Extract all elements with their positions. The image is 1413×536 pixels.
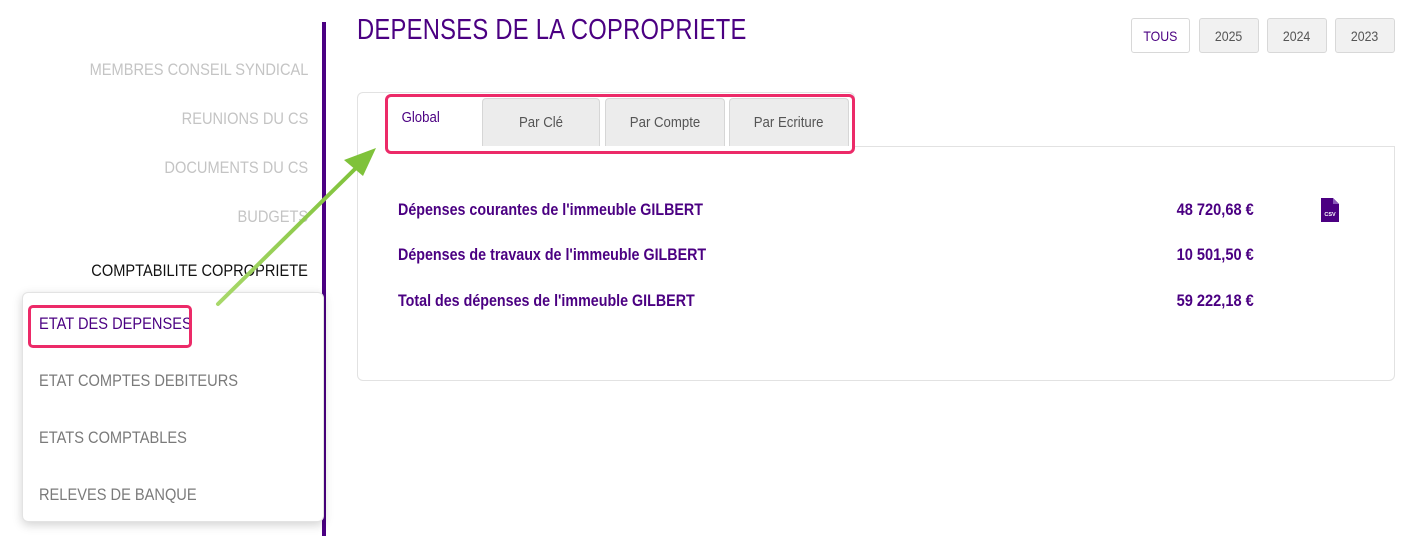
filter-label: TOUS <box>1143 27 1178 44</box>
submenu-item-etats-comptables[interactable]: ETATS COMPTABLES <box>39 428 187 448</box>
sidebar-item-budgets[interactable]: BUDGETS <box>237 207 308 227</box>
csv-file-icon[interactable]: CSV <box>1321 198 1339 222</box>
sidebar-item-reunions[interactable]: REUNIONS DU CS <box>181 109 308 129</box>
sidebar-item-comptabilite[interactable]: COMPTABILITE COPROPRIETE <box>91 261 308 281</box>
sidebar-item-documents[interactable]: DOCUMENTS DU CS <box>164 158 308 178</box>
row-label-depenses-travaux: Dépenses de travaux de l'immeuble GILBER… <box>398 245 707 264</box>
filter-label: 2025 <box>1215 27 1243 44</box>
row-label-depenses-courantes: Dépenses courantes de l'immeuble GILBERT <box>398 200 703 219</box>
submenu-item-releves-banque[interactable]: RELEVES DE BANQUE <box>39 485 197 505</box>
row-label-total-depenses: Total des dépenses de l'immeuble GILBERT <box>398 291 695 310</box>
filter-button-2024[interactable]: 2024 <box>1267 18 1327 53</box>
filter-button-2025[interactable]: 2025 <box>1199 18 1259 53</box>
row-value-total-depenses: 59 222,18 € <box>1176 291 1254 310</box>
csv-icon-text: CSV <box>1324 212 1336 218</box>
sidebar-item-membres-conseil[interactable]: MEMBRES CONSEIL SYNDICAL <box>89 60 308 80</box>
filter-label: 2023 <box>1351 27 1379 44</box>
page-title: DEPENSES DE LA COPROPRIETE <box>357 14 747 46</box>
submenu-item-comptes-debiteurs[interactable]: ETAT COMPTES DEBITEURS <box>39 371 238 391</box>
highlight-box-submenu <box>28 305 192 348</box>
highlight-box-tabs <box>385 94 855 154</box>
filter-button-2023[interactable]: 2023 <box>1335 18 1395 53</box>
filter-button-tous[interactable]: TOUS <box>1131 18 1190 53</box>
row-value-depenses-travaux: 10 501,50 € <box>1176 245 1254 264</box>
row-value-depenses-courantes: 48 720,68 € <box>1176 200 1254 219</box>
filter-label: 2024 <box>1283 27 1311 44</box>
